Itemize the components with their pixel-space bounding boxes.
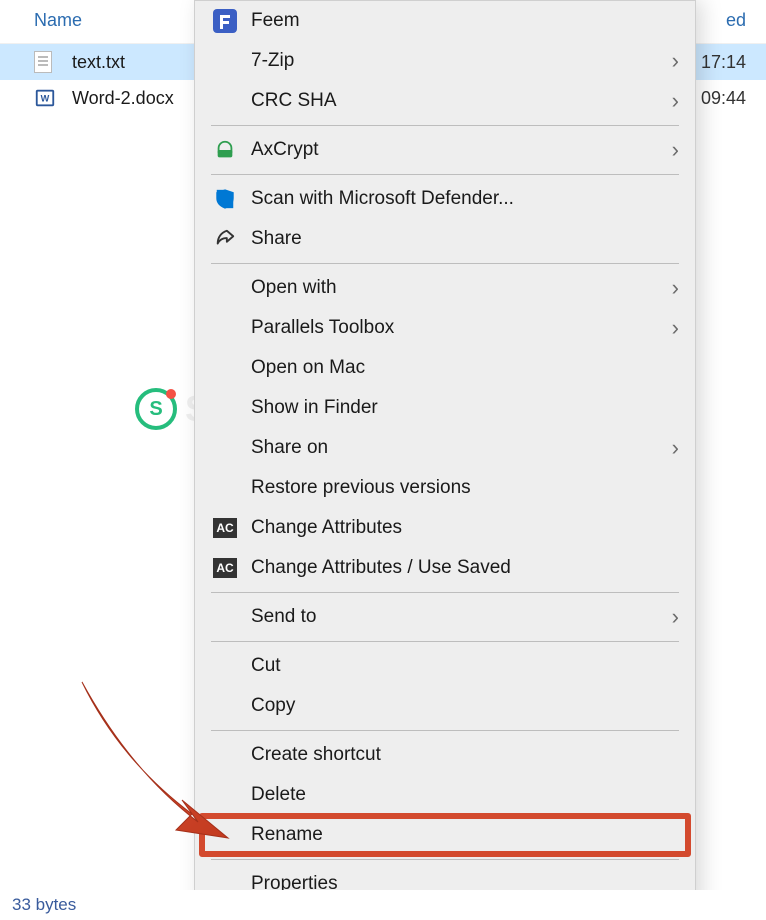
menu-item-change-attributes-use-saved[interactable]: AC Change Attributes / Use Saved xyxy=(195,548,695,588)
menu-item-open-with[interactable]: Open with › xyxy=(195,268,695,308)
menu-item-rename[interactable]: Rename xyxy=(195,815,695,855)
menu-separator xyxy=(211,174,679,175)
menu-item-label: Open with xyxy=(251,277,664,299)
menu-separator xyxy=(211,730,679,731)
context-menu: Feem 7-Zip › CRC SHA › AxCrypt › Scan with Micr… xyxy=(194,0,696,911)
status-bar: 33 bytes xyxy=(0,890,766,920)
blank-icon xyxy=(213,605,237,629)
menu-separator xyxy=(211,592,679,593)
menu-item-create-shortcut[interactable]: Create shortcut xyxy=(195,735,695,775)
menu-item-share[interactable]: Share xyxy=(195,219,695,259)
chevron-right-icon: › xyxy=(672,315,679,341)
menu-item-parallels-toolbox[interactable]: Parallels Toolbox › xyxy=(195,308,695,348)
txt-file-icon xyxy=(34,51,56,73)
menu-separator xyxy=(211,125,679,126)
menu-item-label: Rename xyxy=(251,824,679,846)
blank-icon xyxy=(213,89,237,113)
blank-icon xyxy=(213,694,237,718)
chevron-right-icon: › xyxy=(672,48,679,74)
blank-icon xyxy=(213,316,237,340)
menu-item-label: Send to xyxy=(251,606,664,628)
blank-icon xyxy=(213,743,237,767)
blank-icon xyxy=(213,356,237,380)
blank-icon xyxy=(213,436,237,460)
menu-item-open-on-mac[interactable]: Open on Mac xyxy=(195,348,695,388)
menu-item-copy[interactable]: Copy xyxy=(195,686,695,726)
menu-item-feem[interactable]: Feem xyxy=(195,1,695,41)
menu-item-label: Copy xyxy=(251,695,679,717)
menu-item-axcrypt[interactable]: AxCrypt › xyxy=(195,130,695,170)
chevron-right-icon: › xyxy=(672,604,679,630)
chevron-right-icon: › xyxy=(672,435,679,461)
menu-item-send-to[interactable]: Send to › xyxy=(195,597,695,637)
blank-icon xyxy=(213,276,237,300)
menu-item-label: Feem xyxy=(251,10,679,32)
menu-item-label: Restore previous versions xyxy=(251,477,679,499)
menu-item-cut[interactable]: Cut xyxy=(195,646,695,686)
menu-item-label: 7-Zip xyxy=(251,50,664,72)
shield-icon xyxy=(213,187,237,211)
menu-item-label: Show in Finder xyxy=(251,397,679,419)
feem-icon xyxy=(213,9,237,33)
menu-item-label: Share on xyxy=(251,437,664,459)
file-modified-time: 17:14 xyxy=(701,52,766,73)
ac-icon: AC xyxy=(213,516,237,540)
svg-text:W: W xyxy=(41,94,50,104)
axcrypt-icon xyxy=(213,138,237,162)
menu-item-share-on[interactable]: Share on › xyxy=(195,428,695,468)
status-size: 33 bytes xyxy=(12,895,76,915)
blank-icon xyxy=(213,783,237,807)
menu-item-restore-previous-versions[interactable]: Restore previous versions xyxy=(195,468,695,508)
blank-icon xyxy=(213,654,237,678)
blank-icon xyxy=(213,476,237,500)
menu-separator xyxy=(211,263,679,264)
blank-icon xyxy=(213,49,237,73)
menu-item-label: Cut xyxy=(251,655,679,677)
menu-separator xyxy=(211,859,679,860)
menu-item-label: CRC SHA xyxy=(251,90,664,112)
menu-separator xyxy=(211,641,679,642)
menu-item-label: AxCrypt xyxy=(251,139,664,161)
chevron-right-icon: › xyxy=(672,275,679,301)
menu-item-scan-with-microsoft-defender[interactable]: Scan with Microsoft Defender... xyxy=(195,179,695,219)
menu-item-label: Create shortcut xyxy=(251,744,679,766)
menu-item-delete[interactable]: Delete xyxy=(195,775,695,815)
menu-item-label: Change Attributes / Use Saved xyxy=(251,557,679,579)
menu-item-label: Share xyxy=(251,228,679,250)
menu-item-label: Open on Mac xyxy=(251,357,679,379)
blank-icon xyxy=(213,823,237,847)
chevron-right-icon: › xyxy=(672,137,679,163)
share-icon xyxy=(213,227,237,251)
chevron-right-icon: › xyxy=(672,88,679,114)
menu-item-crc-sha[interactable]: CRC SHA › xyxy=(195,81,695,121)
docx-file-icon: W xyxy=(34,87,56,109)
menu-item-show-in-finder[interactable]: Show in Finder xyxy=(195,388,695,428)
file-modified-time: 09:44 xyxy=(701,88,766,109)
menu-item-label: Parallels Toolbox xyxy=(251,317,664,339)
menu-item-7-zip[interactable]: 7-Zip › xyxy=(195,41,695,81)
menu-item-label: Scan with Microsoft Defender... xyxy=(251,188,679,210)
menu-item-change-attributes[interactable]: AC Change Attributes xyxy=(195,508,695,548)
ac-icon: AC xyxy=(213,556,237,580)
blank-icon xyxy=(213,396,237,420)
menu-item-label: Delete xyxy=(251,784,679,806)
menu-item-label: Change Attributes xyxy=(251,517,679,539)
